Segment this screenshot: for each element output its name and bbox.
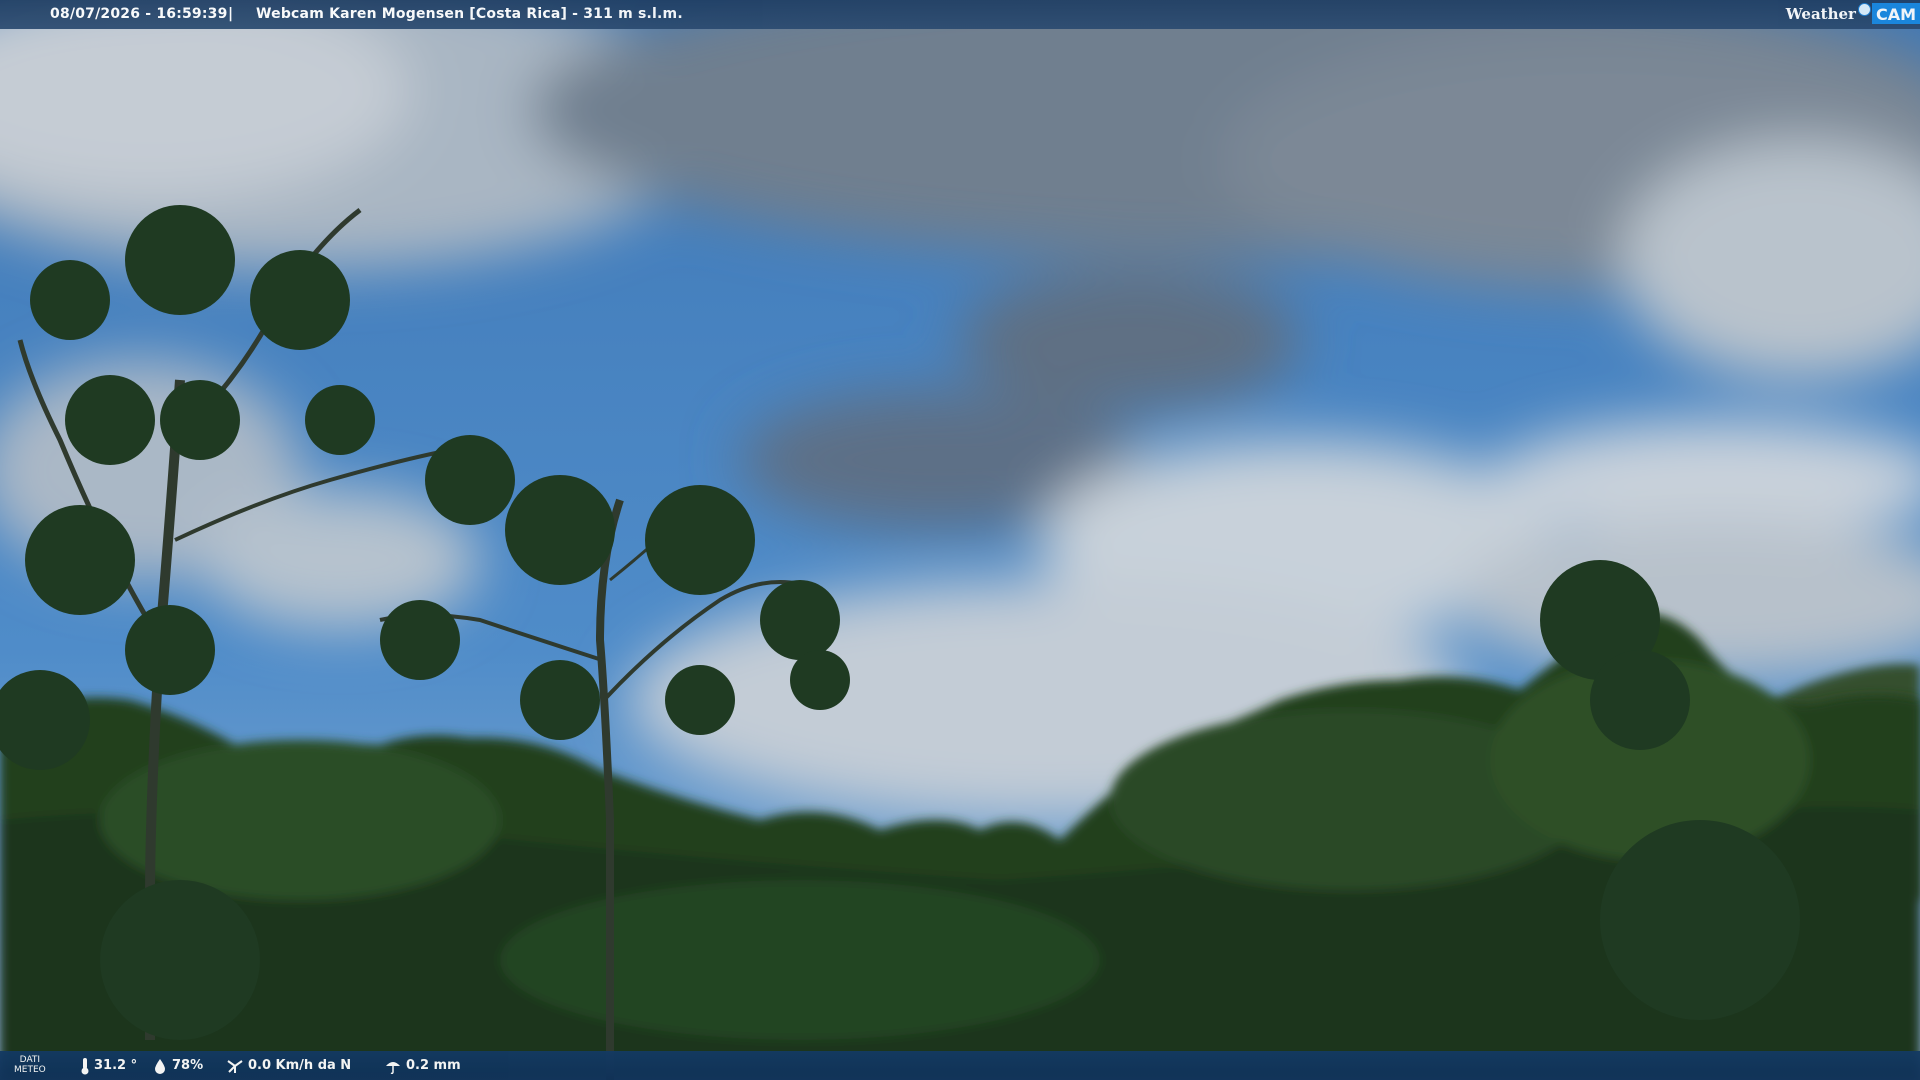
logo-weather-text: Weather xyxy=(1785,4,1856,23)
humidity-value: 78% xyxy=(172,1058,204,1073)
wind-icon xyxy=(227,1059,243,1073)
weather-label-line1: DATI xyxy=(19,1055,41,1065)
rain-icon xyxy=(386,1061,400,1074)
logo-dot-icon xyxy=(1857,3,1871,16)
temperature-value: 31.2 ° xyxy=(94,1058,138,1073)
wind-reading: 0.0 Km/h da N xyxy=(226,1051,351,1080)
temperature-reading: 31.2 ° xyxy=(80,1051,137,1080)
header-bar: 08/07/2026 - 16:59:39 | Webcam Karen Mog… xyxy=(0,0,1920,29)
header-separator: | xyxy=(228,6,234,22)
webcam-title: Webcam Karen Mogensen [Costa Rica] - 311… xyxy=(256,6,683,22)
datetime: 08/07/2026 - 16:59:39 xyxy=(50,6,228,22)
weather-data-label: DATI METEO xyxy=(14,1055,46,1075)
webcam-image xyxy=(0,0,1920,1080)
thermometer-icon xyxy=(81,1057,89,1074)
humidity-drop-icon xyxy=(155,1058,165,1074)
rain-value: 0.2 mm xyxy=(406,1058,461,1073)
weather-data-bar: DATI METEO 31.2 ° 78% 0.0 Km/h da N 0.2 … xyxy=(0,1051,1920,1080)
weathercam-logo: Weather CAM xyxy=(1786,0,1920,27)
logo-cam-badge: CAM xyxy=(1871,3,1920,24)
humidity-reading: 78% xyxy=(152,1051,203,1080)
rain-reading: 0.2 mm xyxy=(384,1051,461,1080)
wind-value: 0.0 Km/h da N xyxy=(248,1058,352,1073)
weather-label-line2: METEO xyxy=(14,1065,46,1075)
